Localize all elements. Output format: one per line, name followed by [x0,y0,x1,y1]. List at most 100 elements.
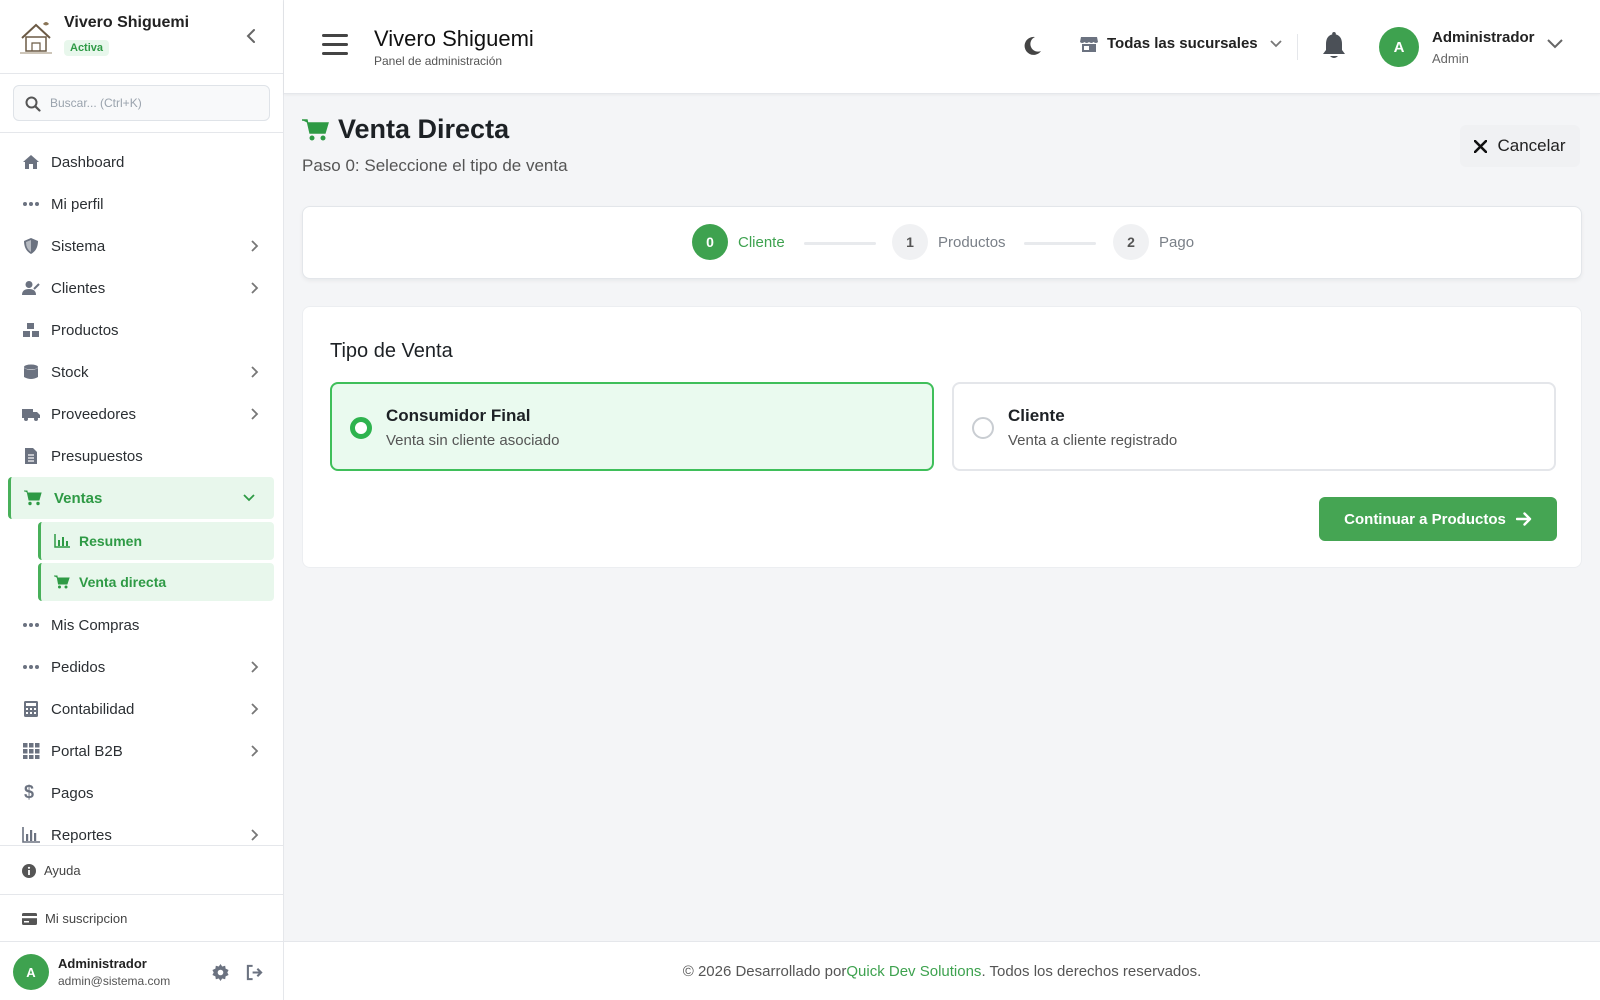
dollar-icon: $ [24,782,35,802]
sale-type-card: Tipo de Venta Consumidor Final Venta sin… [302,306,1582,568]
cancel-label: Cancelar [1497,136,1566,155]
sidebar-subitem-venta-directa[interactable]: Venta directa [38,563,274,601]
chevron-down-icon [243,494,255,502]
sidebar-item-stock[interactable]: Stock [0,351,283,393]
help-label: Ayuda [44,863,81,878]
sidebar-item-label: Productos [51,321,119,339]
moon-icon[interactable] [1022,36,1042,56]
step-label: Productos [938,233,1006,251]
sidebar-item-label: Portal B2B [51,742,123,760]
page-title-text: Venta Directa [338,114,510,144]
sidebar-item-ventas[interactable]: Ventas [8,477,274,519]
arrow-right-icon [1515,512,1532,526]
top-header: Vivero Shiguemi Panel de administración … [284,0,1600,94]
chevron-down-icon[interactable] [1547,39,1563,49]
close-icon [1474,139,1488,153]
sidebar-subitem-label: Venta directa [79,574,167,590]
credit-card-icon [22,912,37,925]
footer-link[interactable]: Quick Dev Solutions [846,963,981,980]
sidebar-item-clientes[interactable]: Clientes [0,267,283,309]
radio-unselected[interactable] [972,417,994,439]
step-connector [804,242,876,245]
store-icon [1080,36,1098,52]
sidebar-nav: Dashboard Mi perfil Sistema Clientes Pro… [0,141,283,856]
continue-label: Continuar a Productos [1344,510,1506,528]
sidebar-item-label: Pagos [51,784,94,802]
sidebar-item-portal-b2b[interactable]: Portal B2B [0,730,283,772]
menu-icon[interactable] [322,34,348,58]
sidebar-item-label: Clientes [51,279,106,297]
user-name[interactable]: Administrador [1432,29,1535,46]
page-title: Venta Directa [302,114,509,145]
sidebar-item-pagos[interactable]: $ Pagos [0,772,283,814]
chevron-right-icon [251,282,259,294]
chevron-right-icon [251,829,259,841]
truck-icon [22,409,40,421]
sidebar-item-label: Reportes [51,826,112,844]
sidebar-item-label: Mis Compras [51,616,140,634]
search-input[interactable] [50,86,260,120]
chevron-right-icon [251,661,259,673]
chevron-right-icon [251,745,259,757]
logout-icon[interactable] [246,964,263,981]
bell-icon[interactable] [1322,32,1346,60]
calculator-icon [24,701,38,717]
cancel-button[interactable]: Cancelar [1460,125,1580,167]
footer-suffix: . Todos los derechos reservados. [981,962,1202,980]
sidebar-subitem-label: Resumen [79,533,143,549]
help-link[interactable]: Ayuda [22,863,81,878]
shield-icon [24,238,38,254]
sidebar-item-proveedores[interactable]: Proveedores [0,393,283,435]
option-title: Cliente [1008,406,1065,425]
chart-icon [22,827,40,843]
sidebar-item-label: Pedidos [51,658,106,676]
chevron-right-icon [251,366,259,378]
sidebar-item-label: Stock [51,363,89,381]
step-label: Cliente [738,233,785,251]
sidebar-item-presupuestos[interactable]: Presupuestos [0,435,283,477]
chevron-right-icon [251,240,259,252]
avatar[interactable]: A [1379,27,1419,67]
sidebar-item-reportes[interactable]: Reportes [0,814,283,856]
sidebar-item-mi-perfil[interactable]: Mi perfil [0,183,283,225]
option-cliente[interactable]: Cliente Venta a cliente registrado [952,382,1556,471]
sidebar-item-pedidos[interactable]: Pedidos [0,646,283,688]
subscription-link[interactable]: Mi suscripcion [22,911,127,926]
sidebar-subitem-resumen[interactable]: Resumen [38,522,274,560]
brand-name: Vivero Shiguemi [64,14,190,31]
brand-header: Vivero Shiguemi Activa [0,0,283,74]
footer: © 2026 Desarrollado por Quick Dev Soluti… [284,941,1600,1000]
document-icon [25,448,37,464]
info-icon [22,863,36,878]
sidebar-search [13,85,270,121]
avatar[interactable]: A [13,954,49,990]
radio-selected[interactable] [350,417,372,439]
dots-icon [23,623,39,627]
footer-prefix: © 2026 Desarrollado por [682,962,847,980]
continue-button[interactable]: Continuar a Productos [1319,497,1557,541]
search-icon [25,96,41,112]
user-role: Admin [1432,51,1469,66]
branch-selector[interactable]: Todas las sucursales [1080,35,1291,52]
option-consumidor-final[interactable]: Consumidor Final Venta sin cliente asoci… [330,382,934,471]
sidebar-item-label: Sistema [51,237,106,255]
step-cliente[interactable]: 0 Cliente [692,224,785,260]
grid-icon [23,743,40,759]
sidebar-item-sistema[interactable]: Sistema [0,225,283,267]
sidebar-item-mis-compras[interactable]: Mis Compras [0,604,283,646]
sidebar-item-label: Proveedores [51,405,137,423]
gear-icon[interactable] [212,964,229,981]
step-productos[interactable]: 1 Productos [892,224,1006,260]
chevron-down-icon [1270,39,1282,47]
step-connector [1024,242,1096,245]
dots-icon [23,665,39,669]
sidebar-item-label: Presupuestos [51,447,143,465]
step-pago[interactable]: 2 Pago [1113,224,1194,260]
cart-icon [24,490,42,506]
chevron-left-icon[interactable] [243,26,259,46]
sidebar-item-label: Ventas [54,489,103,507]
sidebar-item-dashboard[interactable]: Dashboard [0,141,283,183]
database-icon [24,364,38,379]
sidebar-item-productos[interactable]: Productos [0,309,283,351]
sidebar-item-contabilidad[interactable]: Contabilidad [0,688,283,730]
